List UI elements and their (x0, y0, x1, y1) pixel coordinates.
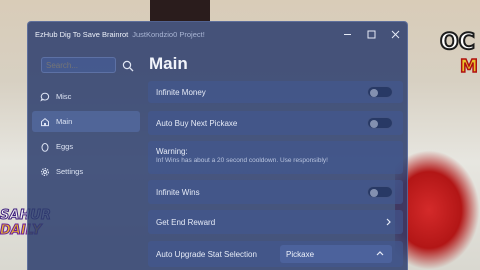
chevron-right-icon (386, 218, 391, 226)
sidebar-item-main[interactable]: Main (32, 111, 140, 132)
sidebar-item-label: Settings (56, 167, 84, 176)
row-label: Infinite Wins (156, 187, 200, 197)
auto-upgrade-stat-row: Auto Upgrade Stat Selection Pickaxe (148, 241, 403, 267)
page-title: Main (149, 54, 188, 73)
close-button[interactable] (383, 22, 407, 47)
toggle-knob (370, 119, 378, 128)
infinite-money-row[interactable]: Infinite Money (148, 81, 403, 103)
sidebar-item-label: Misc (56, 92, 72, 101)
sidebar-item-label: Eggs (56, 142, 74, 151)
search-icon[interactable] (122, 60, 134, 72)
auto-buy-pickaxe-toggle[interactable] (367, 117, 393, 129)
window-controls (335, 22, 407, 47)
ezhub-window: EzHub Dig To Save Brainrot JustKondzio0 … (27, 21, 408, 270)
row-label: Infinite Money (156, 87, 206, 97)
warning-title: Warning: (156, 147, 188, 156)
search-input[interactable] (41, 57, 116, 73)
minimize-button[interactable] (335, 22, 359, 47)
toggle-knob (370, 188, 378, 197)
infinite-wins-row[interactable]: Infinite Wins (148, 180, 403, 204)
bg-game-text-top: OC (439, 29, 476, 56)
sidebar-item-settings[interactable]: Settings (32, 161, 140, 182)
chevron-up-icon (376, 251, 384, 256)
sidebar: Misc Main Eggs Settings (28, 47, 146, 270)
chat-bubble-icon (40, 92, 50, 102)
stat-selection-dropdown[interactable]: Pickaxe (280, 245, 392, 263)
infinite-wins-toggle[interactable] (367, 186, 393, 198)
sidebar-item-label: Main (56, 117, 73, 126)
bg-game-object (150, 0, 210, 22)
main-content: Main Infinite Money Auto Buy Next Pickax… (146, 47, 407, 270)
toggle-knob (370, 88, 378, 97)
close-icon (391, 30, 399, 39)
title-bar[interactable]: EzHub Dig To Save Brainrot JustKondzio0 … (28, 22, 407, 47)
row-label: Get End Reward (156, 217, 216, 227)
maximize-icon (367, 30, 375, 39)
minimize-icon (343, 34, 351, 35)
sidebar-item-misc[interactable]: Misc (32, 86, 140, 107)
auto-buy-pickaxe-row[interactable]: Auto Buy Next Pickaxe (148, 111, 403, 135)
dropdown-value: Pickaxe (286, 249, 315, 259)
row-label: Auto Upgrade Stat Selection (156, 249, 257, 259)
gear-icon (40, 167, 50, 177)
warning-box: Warning: Inf Wins has about a 20 second … (148, 141, 403, 174)
window-subtitle: JustKondzio0 Project! (132, 30, 205, 39)
row-label: Auto Buy Next Pickaxe (156, 118, 238, 128)
bg-game-text-top-2: M (459, 55, 478, 78)
maximize-button[interactable] (359, 22, 383, 47)
home-icon (40, 117, 50, 127)
egg-icon (40, 142, 50, 152)
infinite-money-toggle[interactable] (367, 86, 393, 98)
warning-text: Inf Wins has about a 20 second cooldown.… (156, 157, 328, 164)
sidebar-item-eggs[interactable]: Eggs (32, 136, 140, 157)
get-end-reward-button[interactable]: Get End Reward (148, 210, 403, 234)
window-title: EzHub Dig To Save Brainrot (35, 30, 129, 39)
